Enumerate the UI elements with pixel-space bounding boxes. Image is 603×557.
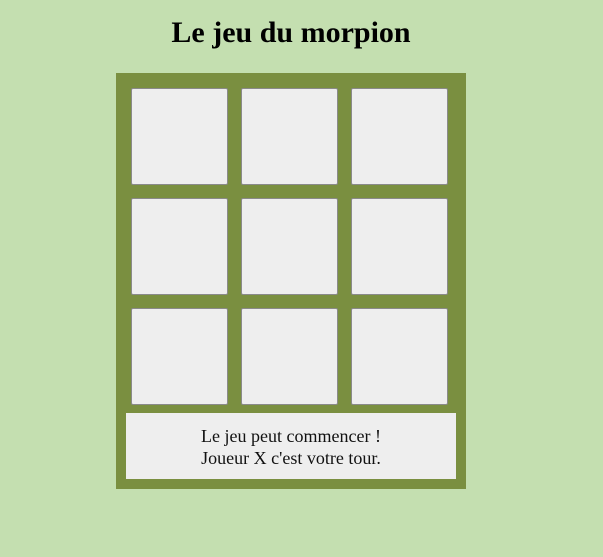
board-cell-7[interactable] <box>131 308 228 405</box>
board-cell-8[interactable] <box>241 308 338 405</box>
board-cell-2[interactable] <box>241 88 338 185</box>
board-cell-6[interactable] <box>351 198 448 295</box>
game-board: Le jeu peut commencer ! Joueur X c'est v… <box>116 73 466 489</box>
board-cell-5[interactable] <box>241 198 338 295</box>
page-title: Le jeu du morpion <box>171 16 411 49</box>
board-cell-3[interactable] <box>351 88 448 185</box>
status-panel: Le jeu peut commencer ! Joueur X c'est v… <box>126 413 456 479</box>
status-message: Le jeu peut commencer ! <box>201 426 381 446</box>
board-cell-4[interactable] <box>131 198 228 295</box>
board-cell-1[interactable] <box>131 88 228 185</box>
board-cell-9[interactable] <box>351 308 448 405</box>
turn-message: Joueur X c'est votre tour. <box>201 448 381 468</box>
